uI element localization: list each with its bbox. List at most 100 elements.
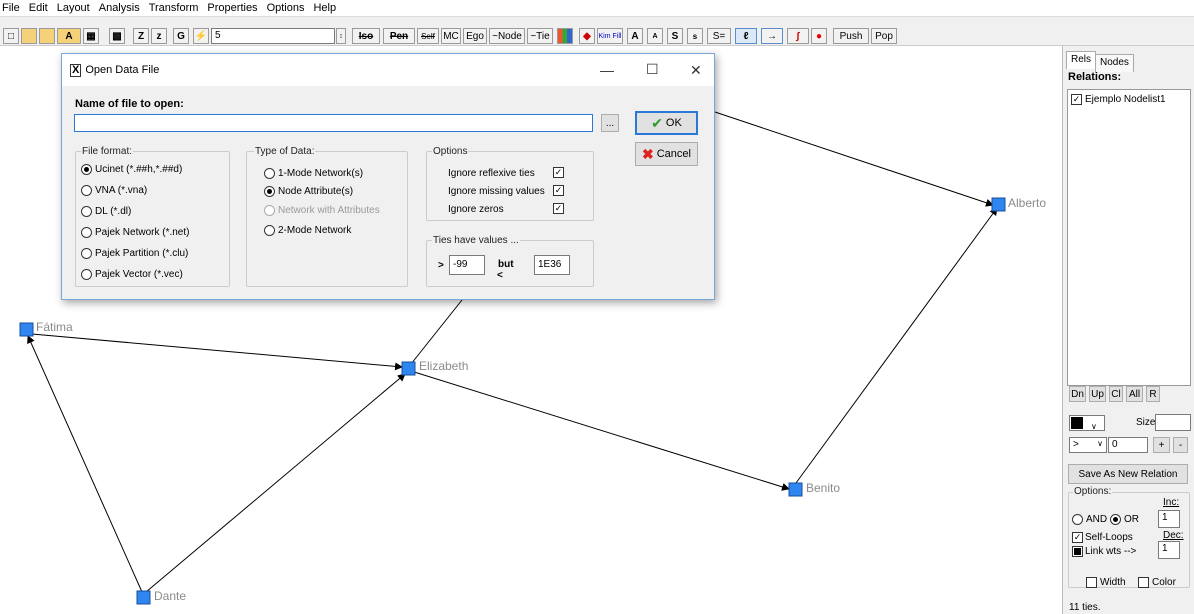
radio-2-mode[interactable]: 2-Mode Network	[264, 225, 351, 236]
radio-pajek-vector[interactable]: Pajek Vector (*.vec)	[81, 269, 183, 280]
spin-arrows[interactable]: ↕	[336, 28, 346, 44]
upper-value-input[interactable]: 1E36	[534, 255, 570, 275]
filename-input[interactable]	[74, 114, 593, 132]
kim-fill-button[interactable]: Kim Fill	[597, 28, 623, 44]
minimize-icon[interactable]: —	[600, 62, 614, 78]
reflexive-checkbox[interactable]: ✓	[553, 167, 564, 178]
mc-button[interactable]: MC	[441, 28, 461, 44]
relation-item[interactable]: ✓ Ejemplo Nodelist1	[1071, 94, 1166, 105]
size-input[interactable]	[1155, 414, 1191, 431]
shape-icon[interactable]: ◆	[579, 28, 595, 44]
size-large-button[interactable]: S	[667, 28, 683, 44]
color-dropdown[interactable]: ∨	[1069, 415, 1105, 431]
up-button[interactable]: Up	[1089, 386, 1106, 402]
node-fatima[interactable]	[19, 322, 34, 337]
relations-list[interactable]: ✓ Ejemplo Nodelist1	[1067, 89, 1191, 386]
zeros-checkbox[interactable]: ✓	[553, 203, 564, 214]
radio-1-mode[interactable]: 1-Mode Network(s)	[264, 168, 363, 179]
open-attribute-icon[interactable]: A	[57, 28, 81, 44]
chart-icon[interactable]: ▦	[83, 28, 99, 44]
dot-icon[interactable]: ●	[811, 28, 827, 44]
radio-pajek-network-circle	[81, 227, 92, 238]
r-button[interactable]: R	[1146, 386, 1160, 402]
lightning-icon[interactable]: ⚡	[193, 28, 209, 44]
dialog-titlebar: X Open Data File — ☐ ✕	[62, 54, 714, 86]
node-elizabeth[interactable]	[401, 361, 416, 376]
radio-pajek-network[interactable]: Pajek Network (*.net)	[81, 227, 189, 238]
browse-button[interactable]: ...	[601, 114, 619, 132]
save-as-new-relation-button[interactable]: Save As New Relation	[1068, 464, 1188, 484]
menu-layout[interactable]: Layout	[57, 2, 90, 14]
close-icon[interactable]: ✕	[690, 62, 702, 79]
color-checkbox[interactable]: Color	[1138, 577, 1176, 588]
menu-edit[interactable]: Edit	[29, 2, 48, 14]
menu-options[interactable]: Options	[267, 2, 305, 14]
self-button[interactable]: Self	[417, 28, 439, 44]
radio-node-attribute[interactable]: Node Attribute(s)	[264, 186, 353, 197]
dec-input[interactable]: 1	[1158, 541, 1180, 559]
not-node-button[interactable]: ~Node	[489, 28, 525, 44]
spin-input[interactable]: 5	[211, 28, 335, 44]
color-label: Color	[1152, 577, 1176, 588]
size-small-button[interactable]: s	[687, 28, 703, 44]
check-icon: ✔	[651, 114, 663, 131]
relation-checkbox[interactable]: ✓	[1071, 94, 1082, 105]
zoom-small-button[interactable]: z	[151, 28, 167, 44]
radio-dl[interactable]: DL (*.dl)	[81, 206, 131, 217]
g-button[interactable]: G	[173, 28, 189, 44]
maximize-icon[interactable]: ☐	[646, 61, 659, 78]
node-dante[interactable]	[136, 590, 151, 605]
open-folder-icon[interactable]	[21, 28, 37, 44]
cl-button[interactable]: Cl	[1109, 386, 1123, 402]
pop-button[interactable]: Pop	[871, 28, 897, 44]
iso-button[interactable]: Iso	[352, 28, 380, 44]
but-label: but	[498, 259, 514, 270]
pen-button[interactable]: Pen	[383, 28, 415, 44]
font-large-button[interactable]: A	[627, 28, 643, 44]
not-tie-button[interactable]: ~Tie	[527, 28, 553, 44]
font-small-button[interactable]: A	[647, 28, 663, 44]
node-alberto[interactable]	[991, 197, 1006, 212]
menu-file[interactable]: File	[2, 2, 20, 14]
arrow-icon[interactable]: →	[761, 28, 783, 44]
all-button[interactable]: All	[1126, 386, 1143, 402]
minus-button[interactable]: -	[1173, 437, 1188, 453]
threshold-input[interactable]: 0	[1108, 437, 1148, 453]
and-radio[interactable]: AND	[1072, 514, 1107, 525]
node-benito[interactable]	[788, 482, 803, 497]
dn-button[interactable]: Dn	[1069, 386, 1086, 402]
plus-button[interactable]: +	[1153, 437, 1170, 453]
self-loops-checkbox[interactable]: ✓ Self-Loops	[1072, 532, 1133, 543]
radio-pajek-partition[interactable]: Pajek Partition (*.clu)	[81, 248, 188, 259]
weight-icon[interactable]: ∫	[787, 28, 809, 44]
link-wts-checkbox[interactable]: Link wts -->	[1072, 546, 1136, 557]
radio-vna[interactable]: VNA (*.vna)	[81, 185, 147, 196]
width-checkbox[interactable]: Width	[1086, 577, 1126, 588]
line-style-icon[interactable]: ℓ	[735, 28, 757, 44]
cancel-button[interactable]: ✖ Cancel	[635, 142, 698, 166]
missing-checkbox[interactable]: ✓	[553, 185, 564, 196]
menu-properties[interactable]: Properties	[207, 2, 257, 14]
zoom-big-button[interactable]: Z	[133, 28, 149, 44]
new-file-icon[interactable]: □	[3, 28, 19, 44]
menu-transform[interactable]: Transform	[149, 2, 199, 14]
menu-help[interactable]: Help	[313, 2, 336, 14]
radio-ucinet[interactable]: Ucinet (*.##h,*.##d)	[81, 164, 182, 175]
ego-button[interactable]: Ego	[463, 28, 487, 44]
tab-rels[interactable]: Rels	[1066, 51, 1097, 69]
or-radio[interactable]: OR	[1110, 514, 1139, 525]
operator-dropdown[interactable]: > ∨	[1069, 437, 1107, 453]
dialog-title: Open Data File	[85, 64, 160, 76]
size-equal-button[interactable]: S=	[707, 28, 731, 44]
layout-icon[interactable]: ▩	[109, 28, 125, 44]
push-button[interactable]: Push	[833, 28, 869, 44]
radio-node-attribute-label: Node Attribute(s)	[278, 186, 354, 197]
color-grid-icon[interactable]	[557, 28, 573, 44]
open-folder-2-icon[interactable]	[39, 28, 55, 44]
lower-value-input[interactable]: -99	[449, 255, 485, 275]
tab-nodes[interactable]: Nodes	[1095, 54, 1134, 72]
inc-input[interactable]: 1	[1158, 510, 1180, 528]
ok-button[interactable]: ✔ OK	[635, 111, 698, 135]
radio-2-mode-circle	[264, 225, 275, 236]
menu-analysis[interactable]: Analysis	[99, 2, 140, 14]
